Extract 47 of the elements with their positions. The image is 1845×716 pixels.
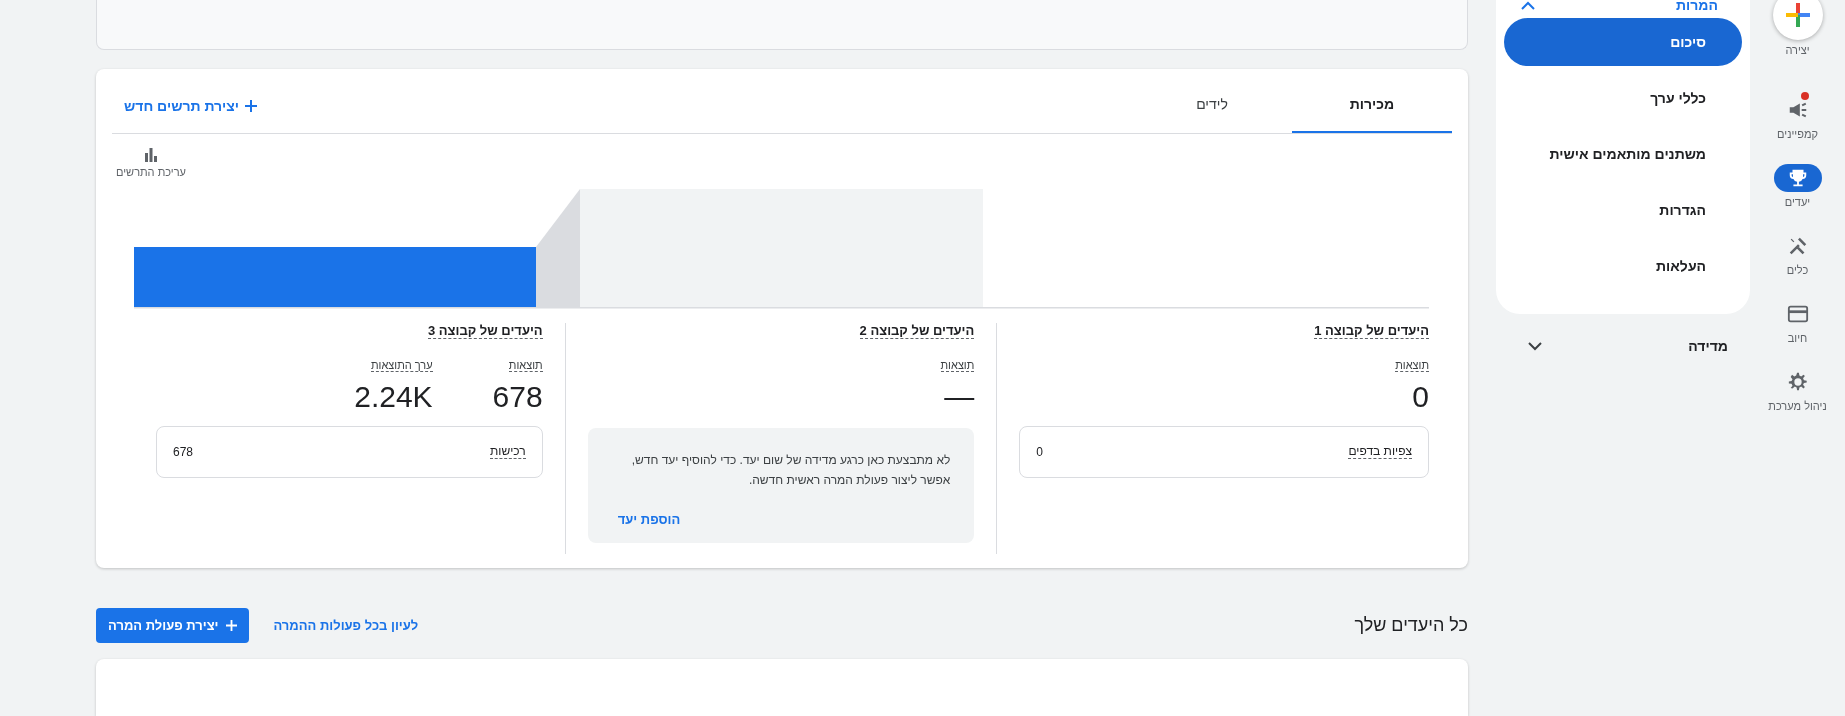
rail-label: חיוב — [1787, 332, 1808, 344]
rail-icon-button[interactable] — [1772, 0, 1823, 40]
metric-label: תוצאות — [940, 358, 975, 372]
plus-icon — [1785, 3, 1810, 27]
breakdown-label: צפיות בדפים — [1348, 444, 1412, 460]
rail-label: קמפיינים — [1777, 128, 1818, 140]
breakdown-value: 0 — [1036, 444, 1044, 459]
nav-item[interactable]: הגדרות — [1504, 186, 1742, 234]
section-title: כל היעדים שלך — [1354, 614, 1468, 636]
rail-label: כלים — [1786, 264, 1809, 276]
add-goal-link[interactable]: הוספת יעד — [611, 505, 687, 533]
plus-icon — [245, 99, 258, 112]
group-title: היעדים של קבוצה 1 — [1314, 322, 1429, 339]
group-title: היעדים של קבוצה 3 — [427, 322, 543, 339]
settings-icon — [1786, 371, 1809, 393]
rail-icon-button[interactable] — [1773, 164, 1822, 192]
metric-value: 2.24K — [354, 379, 433, 414]
credit-card-icon — [1786, 303, 1809, 325]
nav-section-label[interactable]: מדידה — [1688, 338, 1728, 354]
plus-icon — [226, 619, 238, 631]
group-title: היעדים של קבוצה 2 — [859, 322, 975, 339]
nav-item[interactable]: סיכום — [1504, 18, 1742, 66]
collapse-icon[interactable] — [1520, 0, 1536, 10]
rail-label: יצירה — [1785, 44, 1810, 56]
view-all-link[interactable]: לעיון בכל פעולות ההמרה — [273, 617, 419, 633]
metric-value: 678 — [492, 379, 543, 414]
notice-text: לא מתבצעת כאן כרגע מדידה של שום יעד. כדי להוסיף יעד חדש, אפשר ליצור פעולת המרה ראשית חדשה. — [630, 451, 951, 489]
metric-value: — — [944, 379, 975, 414]
nav-title: המרות — [1676, 0, 1718, 13]
breakdown-label: רכישות — [490, 444, 526, 460]
tab[interactable]: לידים — [1132, 68, 1292, 133]
bar-chart-icon — [143, 147, 158, 162]
nav-item[interactable]: העלאות — [1504, 242, 1742, 290]
metric-label: ערך התוצאות — [370, 358, 433, 372]
edit-chart-button[interactable]: עריכת התרשים — [112, 143, 190, 182]
rail-label: יעדים — [1784, 196, 1811, 208]
rail-label: ניהול מערכת — [1768, 400, 1827, 412]
nav-item[interactable]: משתנים מותאמים אישית — [1504, 130, 1742, 178]
metric-value: 0 — [1412, 379, 1429, 414]
create-conversion-button[interactable]: יצירת פעולת המרה — [96, 607, 250, 643]
breakdown-value: 678 — [173, 444, 194, 459]
new-chart-link[interactable]: יצירת תרשים חדש — [112, 68, 270, 133]
nav-item[interactable]: כללי ערך — [1504, 74, 1742, 122]
metric-label: תוצאות — [508, 358, 543, 372]
chevron-icon[interactable] — [1528, 341, 1542, 351]
tab[interactable]: מכירות — [1292, 68, 1452, 133]
metric-label: תוצאות — [1395, 358, 1429, 372]
